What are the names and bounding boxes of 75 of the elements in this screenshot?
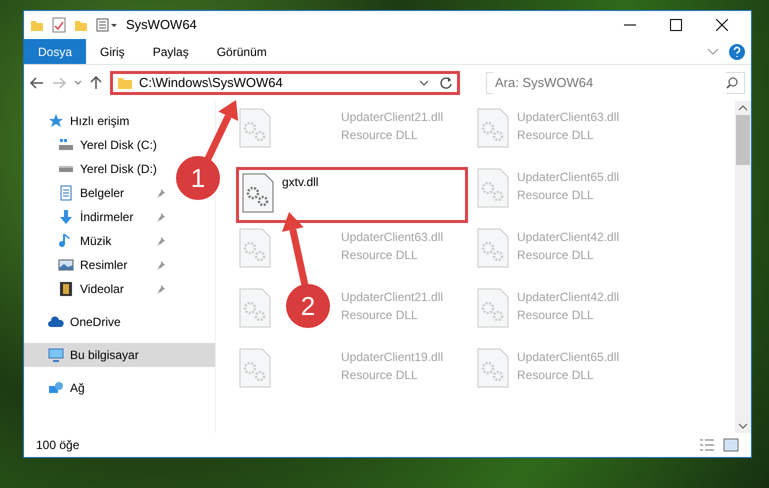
file-name: UpdaterClient19.dll xyxy=(341,349,444,366)
file-name: UpdaterClient63.dll xyxy=(517,109,620,126)
file-name: UpdaterClient21.dll xyxy=(341,109,444,126)
network-icon xyxy=(48,380,64,396)
file-type: Resource DLL xyxy=(517,187,595,204)
file-type: Resource DLL xyxy=(517,307,595,324)
file-type: Resource DLL xyxy=(517,127,595,144)
folder-icon xyxy=(117,76,133,90)
sidebar-item[interactable]: Ağ xyxy=(24,376,174,400)
file-name: UpdaterClient65.dll xyxy=(517,169,620,186)
pin-icon[interactable] xyxy=(156,284,166,294)
document-icon xyxy=(58,185,74,201)
sidebar-item[interactable]: Bu bilgisayar xyxy=(24,343,215,367)
sidebar-item[interactable]: Müzik xyxy=(24,229,174,253)
drive-icon xyxy=(58,137,74,153)
sidebar-item[interactable]: İndirmeler xyxy=(24,205,174,229)
properties-icon[interactable] xyxy=(52,17,66,33)
sidebar-item[interactable]: Yerel Disk (D:) xyxy=(24,157,174,181)
drive-icon xyxy=(58,166,74,172)
customize-icon[interactable] xyxy=(96,18,118,32)
pin-icon[interactable] xyxy=(156,236,166,246)
file-item[interactable]: gxtv.dll xyxy=(236,167,468,223)
address-bar[interactable]: C:\Windows\SysWOW64 xyxy=(110,71,460,95)
picture-icon xyxy=(58,257,74,273)
step-number-badge: 2 xyxy=(286,284,330,328)
file-name: UpdaterClient42.dll xyxy=(517,289,620,306)
search-icon[interactable] xyxy=(726,77,738,89)
file-name: UpdaterClient42.dll xyxy=(517,229,620,246)
maximize-icon xyxy=(670,19,682,31)
sidebar-item[interactable]: Yerel Disk (C:) xyxy=(24,133,174,157)
file-type: Resource DLL xyxy=(517,247,595,264)
file-type: Resource DLL xyxy=(341,247,419,264)
item-count: 100 öğe xyxy=(36,437,80,454)
recent-locations-button[interactable] xyxy=(74,80,82,86)
pin-icon[interactable] xyxy=(156,260,166,270)
close-icon xyxy=(716,19,728,31)
ribbon-tab[interactable]: Giriş xyxy=(86,39,139,64)
step-number-badge: 1 xyxy=(176,156,220,200)
file-type: Resource DLL xyxy=(341,307,419,324)
star-icon xyxy=(48,113,64,129)
file-menu-tab[interactable]: Dosya xyxy=(24,39,86,64)
ribbon-tab[interactable]: Görünüm xyxy=(202,39,281,64)
address-path: C:\Windows\SysWOW64 xyxy=(139,74,284,92)
pin-icon[interactable] xyxy=(156,188,166,198)
pin-icon[interactable] xyxy=(156,212,166,222)
search-field[interactable]: Ara: SysWOW64 xyxy=(486,72,745,94)
ribbon-tab[interactable]: Paylaş xyxy=(138,39,203,64)
file-name: UpdaterClient21.dll xyxy=(341,289,444,306)
file-type: Resource DLL xyxy=(341,127,419,144)
scroll-thumb[interactable] xyxy=(736,115,750,165)
file-name: UpdaterClient65.dll xyxy=(517,349,620,366)
details-view-icon[interactable] xyxy=(699,438,715,452)
sidebar-item[interactable]: Belgeler xyxy=(24,181,174,205)
expand-ribbon-icon[interactable] xyxy=(707,48,719,56)
help-icon[interactable] xyxy=(729,44,745,60)
cloud-icon xyxy=(48,314,64,330)
file-type: Resource DLL xyxy=(517,367,595,384)
download-arrow-icon xyxy=(58,209,74,225)
up-button[interactable] xyxy=(90,76,102,90)
refresh-icon[interactable] xyxy=(439,76,453,90)
file-type: Resource DLL xyxy=(341,367,419,384)
large-icons-view-icon[interactable] xyxy=(723,438,739,452)
film-icon xyxy=(58,281,74,297)
file-name: UpdaterClient63.dll xyxy=(341,229,444,246)
window-title: SysWOW64 xyxy=(126,16,197,34)
scrollbar[interactable] xyxy=(735,101,751,433)
sidebar-item[interactable]: Videolar xyxy=(24,277,174,301)
file-name: gxtv.dll xyxy=(282,174,318,191)
dropdown-icon[interactable] xyxy=(419,80,429,86)
sidebar-item[interactable]: Hızlı erişim xyxy=(24,109,174,133)
sidebar-item[interactable]: Resimler xyxy=(24,253,174,277)
sidebar-item[interactable]: OneDrive xyxy=(24,310,174,334)
minimize-icon xyxy=(624,24,636,26)
monitor-icon xyxy=(48,347,64,363)
back-button[interactable] xyxy=(30,77,44,89)
